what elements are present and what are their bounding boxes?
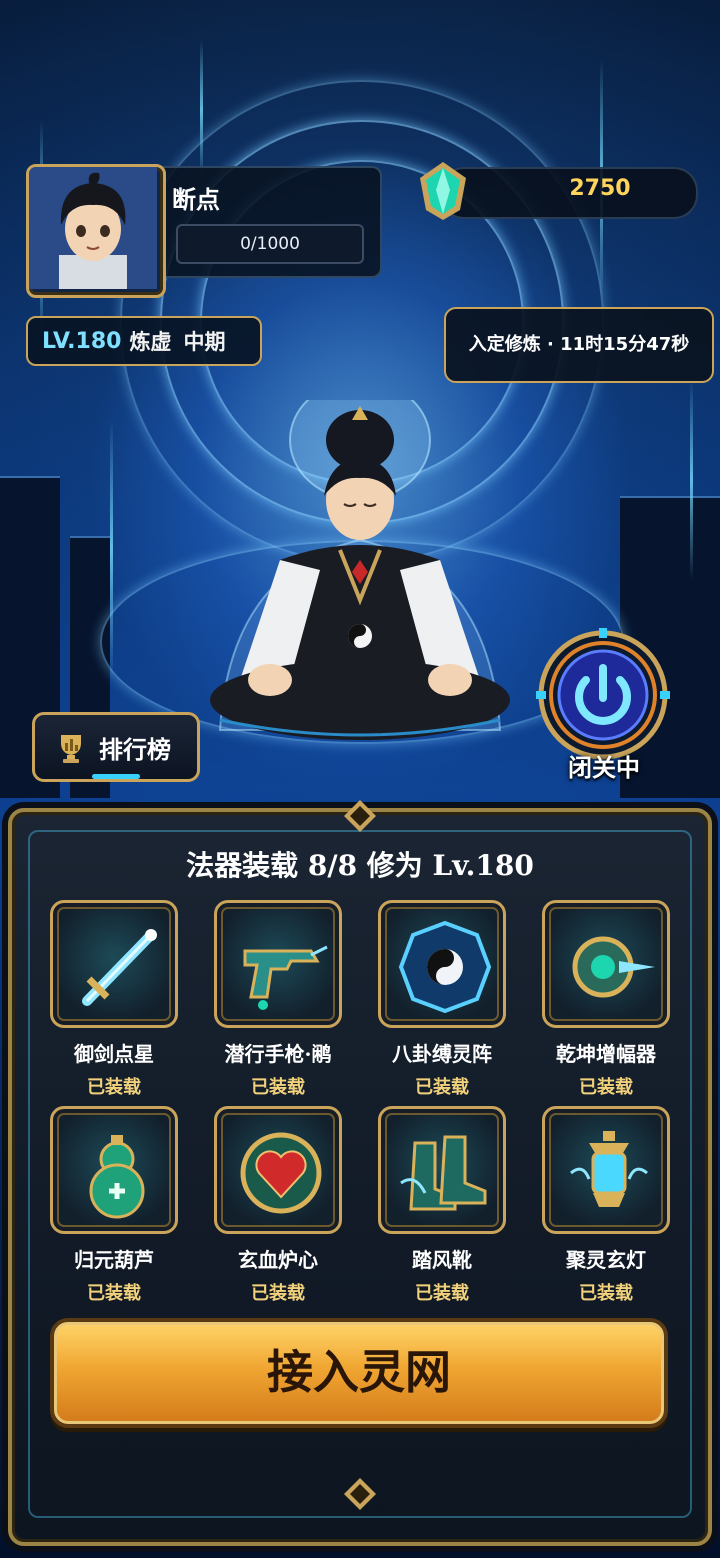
ranking-indicator [92,774,140,779]
equipment-name: 归元葫芦 [74,1248,154,1272]
light-streak [690,380,693,580]
meditating-character [210,400,510,740]
equipment-slot[interactable]: 潜行手枪·鹇 已装载 [214,900,348,1099]
equipment-status: 已装载 [415,1077,469,1098]
retreat-label: 闭关中 [568,754,640,782]
equipment-name: 御剑点星 [74,1042,154,1066]
equipment-title: 法器装载 8/8 修为 Lv.180 [186,849,534,882]
lantern-icon [570,1131,648,1207]
equipment-slot[interactable]: 归元葫芦 已装载 [50,1106,184,1305]
heart-core-icon [240,1132,322,1214]
ranking-label: 排行榜 [99,735,171,764]
equipment-name: 潜行手枪·鹇 [224,1042,332,1066]
gourd-icon [89,1135,145,1219]
equipment-status: 已装载 [87,1077,141,1098]
equipment-slot[interactable]: 乾坤增幅器 已装载 [542,900,676,1099]
player-name: 断点 [172,186,220,214]
sword-icon [82,929,157,1006]
equipment-name: 乾坤增幅器 [556,1042,656,1066]
realm-stage-label: 中期 [183,330,226,354]
boots-icon [400,1135,487,1211]
spirit-gem-icon [420,162,466,220]
equipment-slot[interactable]: 踏风靴 已装载 [378,1106,512,1305]
trophy-icon [61,735,81,763]
pistol-icon [243,945,328,1010]
equipment-status: 已装载 [579,1077,633,1098]
bagua-icon [398,920,492,1014]
equipment-status: 已装载 [579,1283,633,1304]
level-badge: LV.180 炼虚 中期 [26,316,262,366]
equipment-name: 踏风靴 [412,1248,472,1272]
ornament-gem-icon [344,800,376,832]
equipment-slot[interactable]: 八卦缚灵阵 已装载 [378,900,512,1099]
equipment-status: 已装载 [251,1283,305,1304]
ranking-button[interactable]: 排行榜 [32,712,200,782]
level-label: LV.180 [42,328,122,354]
cultivation-status: 入定修炼 · 11时15分47秒 [444,307,714,383]
amplifier-icon [572,936,655,998]
avatar-portrait-icon [29,167,157,295]
realm-label: 炼虚 [129,330,172,354]
connect-network-button[interactable]: 接入灵网 [50,1318,668,1428]
retreat-toggle-button[interactable] [536,628,670,762]
equipment-slot[interactable]: 聚灵玄灯 已装载 [542,1106,676,1305]
equipment-slot[interactable]: 御剑点星 已装载 [50,900,184,1099]
equipment-status: 已装载 [251,1077,305,1098]
currency-value: 2750 [569,176,631,201]
equipment-status: 已装载 [415,1283,469,1304]
avatar[interactable] [26,164,166,298]
equipment-name: 八卦缚灵阵 [392,1042,492,1066]
equipment-name: 聚灵玄灯 [566,1248,646,1272]
exp-bar: 0/1000 [176,224,364,264]
equipment-status: 已装载 [87,1283,141,1304]
equipment-name: 玄血炉心 [238,1248,318,1272]
equipment-slot[interactable]: 玄血炉心 已装载 [214,1106,348,1305]
ornament-gem-icon [344,1478,376,1510]
